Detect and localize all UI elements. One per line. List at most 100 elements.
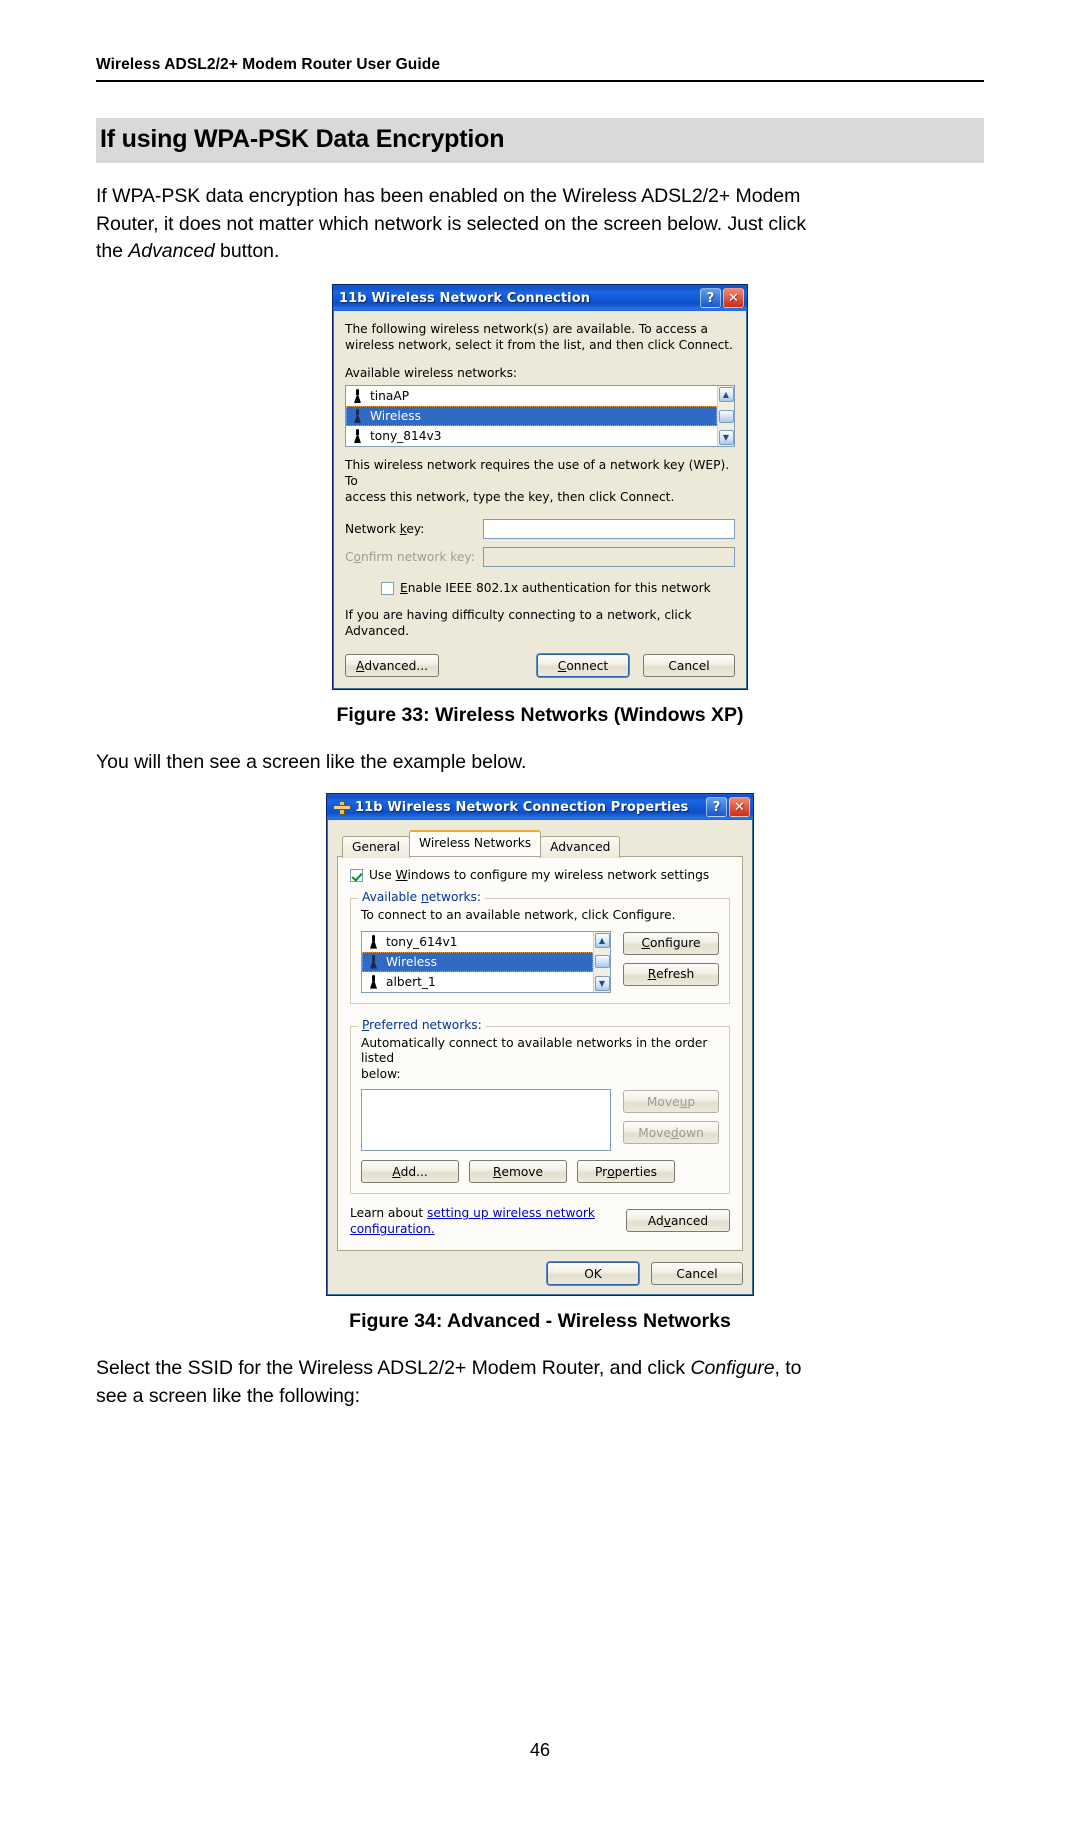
after-fig34-line-2: see a screen like the following: bbox=[96, 1384, 360, 1407]
network-key-notice-line-2: access this network, type the key, then … bbox=[345, 489, 675, 504]
confirm-network-key-label: Confirm network key: bbox=[345, 550, 483, 564]
after-fig34-emphasis: Configure bbox=[690, 1357, 775, 1380]
close-icon[interactable]: ✕ bbox=[729, 797, 750, 818]
dialog-titlebar: 11b Wireless Network Connection ? ✕ bbox=[333, 285, 747, 312]
properties-button[interactable]: Pr o perties bbox=[577, 1160, 675, 1184]
available-networks-listbox[interactable]: tony_614v1 Wireless albert_1 ▲ ▼ bbox=[361, 930, 611, 993]
use-windows-post: indows to configure my wireless network … bbox=[407, 868, 710, 883]
titlebar-buttons: ? ✕ bbox=[700, 288, 744, 309]
network-key-label-pre: Network bbox=[345, 522, 400, 537]
available-networks-group: Available networks: To connect to an ava… bbox=[350, 890, 730, 1004]
refresh-button[interactable]: Refresh bbox=[623, 962, 719, 986]
use-windows-checkbox-row[interactable]: Use Windows to configure my wireless net… bbox=[350, 868, 730, 882]
cancel-button[interactable]: Cancel bbox=[651, 1262, 743, 1286]
network-key-notice-line-1: This wireless network requires the use o… bbox=[345, 458, 730, 488]
list-item[interactable]: Wireless bbox=[362, 951, 593, 972]
scroll-up-icon[interactable]: ▲ bbox=[718, 387, 734, 403]
list-item[interactable]: albert_1 bbox=[362, 972, 593, 992]
move-up-post: p bbox=[687, 1094, 696, 1109]
tab-general[interactable]: General bbox=[342, 836, 411, 859]
setting-up-wireless-link-line-1[interactable]: setting up wireless network bbox=[427, 1206, 595, 1220]
ok-button[interactable]: OK bbox=[547, 1262, 639, 1286]
learn-about-prefix: Learn about bbox=[350, 1206, 427, 1221]
section-heading: If using WPA-PSK Data Encryption bbox=[96, 118, 984, 163]
listbox-scrollbar[interactable]: ▲ ▼ bbox=[717, 386, 734, 447]
cancel-button[interactable]: Cancel bbox=[643, 654, 735, 678]
add-button[interactable]: Add... bbox=[361, 1160, 459, 1184]
network-key-row: Network key: bbox=[345, 519, 735, 540]
properties-footer-buttons: OK Cancel bbox=[337, 1262, 743, 1286]
available-legend-accel: n bbox=[421, 890, 429, 905]
intro-line-3-pre: the bbox=[96, 240, 129, 263]
tab-advanced[interactable]: Advanced bbox=[540, 836, 621, 859]
network-adapter-icon bbox=[333, 800, 351, 816]
preferred-networks-listbox[interactable] bbox=[361, 1089, 611, 1152]
header-rule bbox=[96, 80, 984, 82]
available-networks-description: To connect to an available network, clic… bbox=[361, 908, 676, 923]
availability-intro-text: The following wireless network(s) are av… bbox=[345, 322, 735, 353]
preferred-networks-action-buttons: Add... Remove Pr o perties bbox=[361, 1160, 719, 1184]
intro-line-2: Router, it does not matter which network… bbox=[96, 212, 807, 235]
available-networks-row: tony_614v1 Wireless albert_1 ▲ ▼ C onfig… bbox=[361, 930, 719, 993]
help-icon[interactable]: ? bbox=[706, 797, 727, 818]
preferred-desc-line-1: Automatically connect to available netwo… bbox=[361, 1035, 708, 1066]
enable-8021x-label: Enable IEEE 802.1x authentication for th… bbox=[400, 581, 711, 595]
confirm-key-label-post: nfirm network key: bbox=[360, 550, 475, 565]
list-item[interactable]: tony_614v1 bbox=[362, 932, 593, 952]
after-figure-33-paragraph: You will then see a screen like the exam… bbox=[96, 751, 527, 774]
access-point-icon bbox=[369, 974, 378, 989]
checkbox-icon[interactable] bbox=[350, 868, 363, 882]
move-up-pre: Move bbox=[646, 1094, 680, 1109]
advanced-button[interactable]: Ad v anced bbox=[626, 1209, 730, 1233]
scrollbar-thumb[interactable] bbox=[594, 955, 610, 969]
preferred-networks-legend: Preferred networks: bbox=[358, 1017, 486, 1032]
tab-wireless-networks[interactable]: Wireless Networks bbox=[409, 830, 542, 857]
list-item[interactable]: tinaAP bbox=[346, 386, 717, 406]
preferred-networks-buttons: Move up Move d own bbox=[623, 1089, 719, 1151]
checkbox-icon[interactable] bbox=[381, 581, 394, 595]
advanced-button[interactable]: Advanced... bbox=[345, 654, 440, 678]
add-accel: A bbox=[392, 1164, 401, 1179]
availability-intro-line-2: wireless network, select it from the lis… bbox=[345, 337, 733, 352]
list-item[interactable]: Wireless bbox=[346, 406, 717, 427]
network-name: Wireless bbox=[386, 954, 437, 969]
advanced-button-accel: A bbox=[356, 658, 365, 673]
listbox-scrollbar[interactable]: ▲ ▼ bbox=[593, 931, 610, 992]
access-point-icon bbox=[353, 429, 362, 443]
network-key-input[interactable] bbox=[483, 519, 735, 540]
figure-33-container: 11b Wireless Network Connection ? ✕ The … bbox=[96, 284, 984, 691]
scroll-up-icon[interactable]: ▲ bbox=[594, 932, 610, 948]
properties-titlebar-buttons: ? ✕ bbox=[706, 797, 750, 818]
intro-paragraph: If WPA-PSK data encryption has been enab… bbox=[96, 183, 984, 266]
running-header: Wireless ADSL2/2+ Modem Router User Guid… bbox=[96, 56, 441, 73]
document-page: Wireless ADSL2/2+ Modem Router User Guid… bbox=[0, 0, 1080, 1823]
confirm-key-label-accel: o bbox=[353, 550, 361, 565]
difficulty-text: If you are having difficulty connecting … bbox=[345, 608, 692, 638]
help-icon[interactable]: ? bbox=[700, 288, 721, 309]
scrollbar-thumb[interactable] bbox=[718, 409, 734, 423]
setting-up-wireless-link-line-2[interactable]: configuration. bbox=[350, 1222, 435, 1236]
configure-button[interactable]: Configure bbox=[623, 931, 719, 955]
refresh-label: efresh bbox=[656, 967, 695, 982]
remove-button[interactable]: Remove bbox=[469, 1160, 567, 1184]
dialog-button-row: Advanced... Connect Cancel bbox=[345, 654, 735, 678]
remove-accel: R bbox=[492, 1164, 502, 1179]
preferred-legend-post: referred networks: bbox=[369, 1017, 482, 1032]
scroll-down-icon[interactable]: ▼ bbox=[718, 430, 734, 446]
intro-line-3-post: button. bbox=[214, 240, 280, 263]
connect-button-label: onnect bbox=[566, 658, 609, 673]
scroll-down-icon[interactable]: ▼ bbox=[594, 975, 610, 991]
page-number: 46 bbox=[529, 1740, 551, 1760]
dialog-title: 11b Wireless Network Connection bbox=[339, 291, 700, 306]
available-networks-listbox[interactable]: tinaAP Wireless tony_814v3 ▲ ▼ bbox=[345, 385, 735, 448]
properties-accel: o bbox=[607, 1164, 615, 1179]
close-icon[interactable]: ✕ bbox=[723, 288, 744, 309]
connect-button[interactable]: Connect bbox=[537, 654, 629, 678]
configure-accel: C bbox=[641, 936, 650, 951]
properties-title: 11b Wireless Network Connection Properti… bbox=[333, 800, 706, 816]
list-item[interactable]: tony_814v3 bbox=[346, 426, 717, 446]
move-down-post: own bbox=[678, 1125, 704, 1140]
access-point-icon bbox=[353, 389, 362, 403]
wireless-networks-tab-panel: Use Windows to configure my wireless net… bbox=[337, 856, 743, 1252]
enable-8021x-checkbox-row[interactable]: Enable IEEE 802.1x authentication for th… bbox=[381, 581, 735, 595]
